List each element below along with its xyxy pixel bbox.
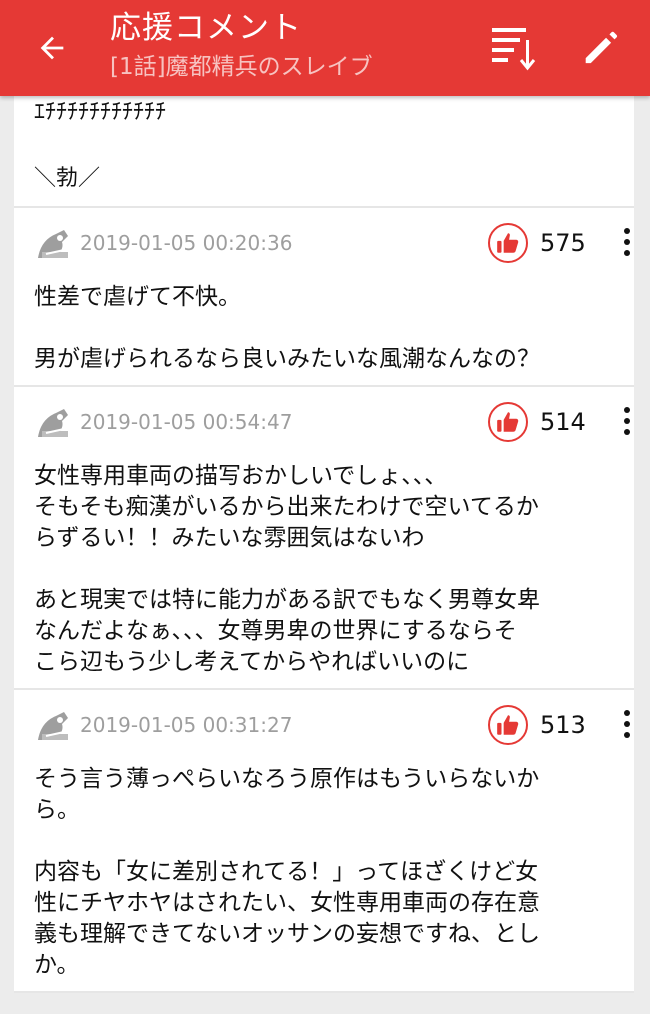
comment-date: 2019-01-05 00:20:36 [80,231,293,255]
comment-card: 2019-01-05 00:31:27 513 そう言う薄っぺらいなろう原作はも… [14,690,634,993]
page-title: 応援コメント [110,10,302,46]
like-count: 513 [540,711,586,739]
like-count: 514 [540,408,586,436]
more-vertical-icon[interactable] [620,407,634,441]
comment-text: ＼勃／ [34,166,101,191]
comment-list[interactable]: ｴﾁﾁﾁﾁﾁﾁﾁﾁﾁﾁﾁ ＼勃／ 2019-01-05 00:20:36 575… [14,96,634,1014]
more-vertical-icon[interactable] [620,710,634,744]
comment-card-partial: ｴﾁﾁﾁﾁﾁﾁﾁﾁﾁﾁﾁ ＼勃／ [14,96,634,208]
thumbs-up-icon [497,233,519,253]
anonymous-avatar-icon [38,230,68,258]
like-button[interactable] [488,402,528,442]
thumbs-up-icon [497,412,519,432]
anonymous-avatar-icon [38,712,68,740]
comment-text: そう言う薄っぺらいなろう原作はもういらないか ら。 内容も「女に差別されてる！」… [34,766,540,978]
app-bar: 応援コメント [1話]魔都精兵のスレイブ [0,0,650,96]
arrow-back-icon [40,36,64,60]
more-vertical-icon[interactable] [620,228,634,262]
pencil-icon [585,31,617,64]
like-button[interactable] [488,223,528,263]
thumbs-up-icon [497,715,519,735]
edit-button[interactable] [572,22,628,74]
comment-text: ｴﾁﾁﾁﾁﾁﾁﾁﾁﾁﾁﾁ [34,100,167,125]
back-button[interactable] [24,22,80,74]
comment-date: 2019-01-05 00:54:47 [80,410,293,434]
like-button[interactable] [488,705,528,745]
anonymous-avatar-icon [38,409,68,437]
comment-card: 2019-01-05 00:54:47 514 女性専用車両の描写おかしいでしょ… [14,387,634,690]
comment-text: 女性専用車両の描写おかしいでしょ、、、 そもそも痴漢がいるから出来たわけで空いて… [34,463,540,675]
page-subtitle: [1話]魔都精兵のスレイブ [110,54,373,80]
sort-button[interactable] [486,22,542,74]
comment-card: 2019-01-05 00:20:36 575 性差で虐げて不快。 男が虐げられ… [14,208,634,387]
comment-date: 2019-01-05 00:31:27 [80,713,293,737]
like-count: 575 [540,229,586,257]
sort-icon [492,28,536,71]
comment-text: 性差で虐げて不快。 男が虐げられるなら良いみたいな風潮なんなの？ [34,284,540,372]
